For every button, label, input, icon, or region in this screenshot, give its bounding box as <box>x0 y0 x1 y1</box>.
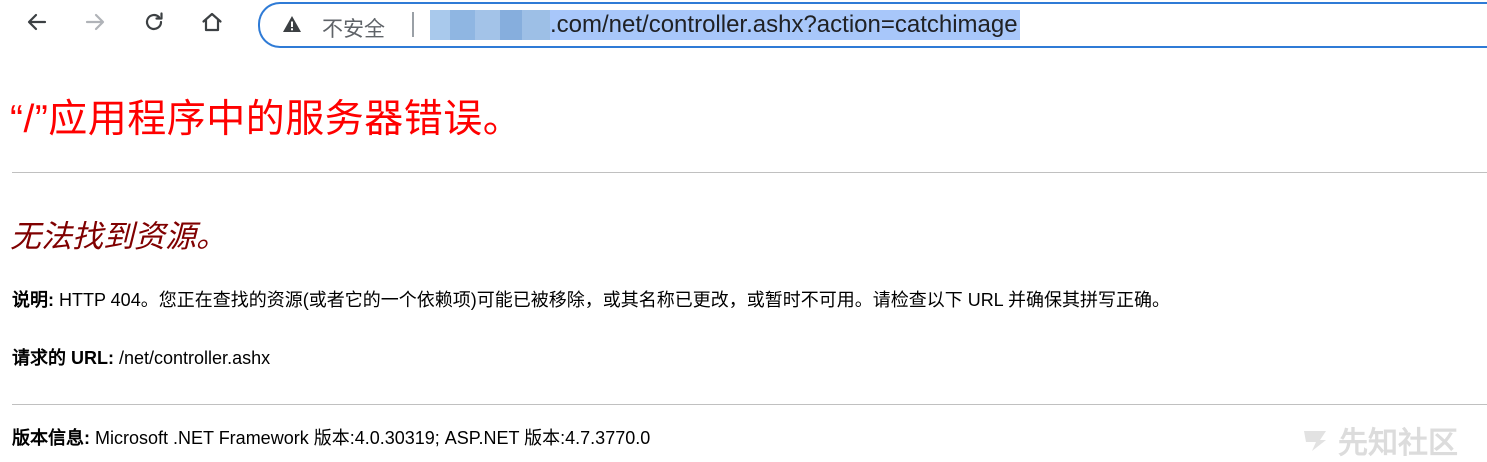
back-button[interactable] <box>20 5 54 39</box>
divider <box>12 404 1487 405</box>
home-icon <box>202 12 222 32</box>
security-status-label[interactable]: 不安全 <box>322 13 385 43</box>
page-title: “/”应用程序中的服务器错误。 <box>10 98 523 141</box>
version-info-label: 版本信息: <box>12 428 90 448</box>
address-separator <box>412 12 414 37</box>
description-line: 说明: HTTP 404。您正在查找的资源(或者它的一个依赖项)可能已被移除，或… <box>12 286 1170 312</box>
watermark: 先知社区 <box>1300 418 1458 462</box>
requested-url-value: /net/controller.ashx <box>114 348 271 368</box>
requested-url-label: 请求的 URL: <box>12 348 114 368</box>
version-info-line: 版本信息: Microsoft .NET Framework 版本:4.0.30… <box>12 424 650 450</box>
home-button[interactable] <box>195 5 229 39</box>
forward-arrow-icon <box>85 13 105 31</box>
description-label: 说明: <box>12 290 54 310</box>
watermark-logo-icon <box>1304 431 1326 451</box>
address-bar[interactable]: 不安全 .com/net/controller.ashx?action=catc… <box>258 2 1487 48</box>
divider <box>12 172 1487 173</box>
requested-url-line: 请求的 URL: /net/controller.ashx <box>12 344 270 370</box>
reload-button[interactable] <box>137 5 171 39</box>
address-text[interactable]: .com/net/controller.ashx?action=catchima… <box>430 9 1020 41</box>
warning-icon <box>283 16 301 32</box>
description-text: HTTP 404。您正在查找的资源(或者它的一个依赖项)可能已被移除，或其名称已… <box>54 290 1171 310</box>
error-subtitle: 无法找到资源。 <box>10 219 227 254</box>
back-arrow-icon <box>27 13 47 31</box>
version-info-value: Microsoft .NET Framework 版本:4.0.30319; A… <box>90 428 651 448</box>
watermark-text: 先知社区 <box>1338 427 1458 460</box>
url-text[interactable]: .com/net/controller.ashx?action=catchima… <box>550 10 1020 40</box>
reload-icon <box>145 12 163 31</box>
redacted-domain <box>430 10 550 40</box>
browser-toolbar: 不安全 .com/net/controller.ashx?action=catc… <box>0 0 1487 50</box>
forward-button[interactable] <box>78 5 112 39</box>
